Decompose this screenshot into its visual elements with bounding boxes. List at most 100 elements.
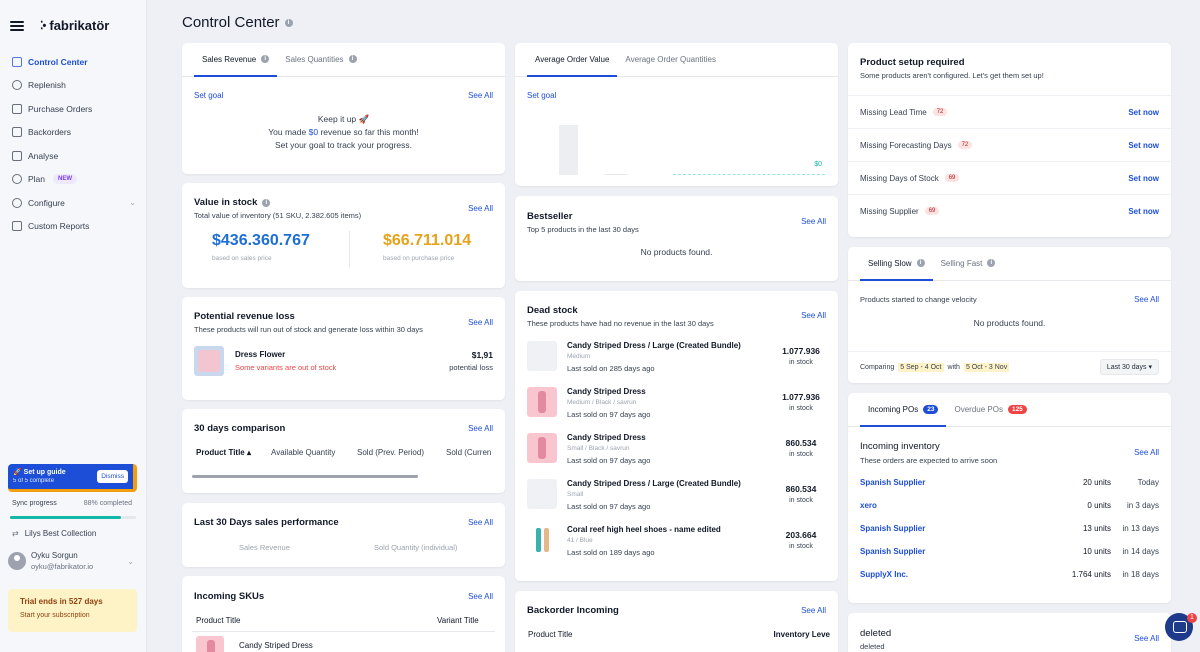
column-header-inventory-level[interactable]: Inventory Leve bbox=[774, 630, 830, 639]
product-thumbnail bbox=[194, 346, 224, 376]
column-header-variant-title[interactable]: Variant Title bbox=[437, 616, 479, 625]
table-row[interactable]: SupplyX Inc. 1.764 units in 18 days bbox=[860, 570, 1159, 579]
supplier-link[interactable]: SupplyX Inc. bbox=[860, 570, 908, 579]
see-all-link[interactable]: See All bbox=[468, 518, 493, 527]
tab-overdue-pos[interactable]: Overdue POs 125 bbox=[946, 393, 1034, 427]
backorder-incoming-card: Backorder Incoming See All Product Title… bbox=[515, 591, 838, 652]
sidebar-item-control-center[interactable]: Control Center bbox=[8, 50, 140, 74]
column-header-sold-prev[interactable]: Sold (Prev. Period) bbox=[357, 448, 424, 457]
product-variant: 41 / Blue bbox=[567, 537, 593, 544]
setup-label: Missing Forecasting Days bbox=[860, 140, 952, 150]
card-title: Dead stock bbox=[527, 305, 578, 316]
sidebar-item-label: Control Center bbox=[28, 56, 88, 67]
supplier-link[interactable]: Spanish Supplier bbox=[860, 478, 925, 487]
column-header-product-title[interactable]: Product Title bbox=[196, 616, 240, 625]
sidebar-item-backorders[interactable]: Backorders bbox=[8, 121, 140, 145]
set-goal-link[interactable]: Set goal bbox=[194, 91, 223, 100]
see-all-link[interactable]: See All bbox=[1134, 634, 1159, 643]
see-all-link[interactable]: See All bbox=[468, 204, 493, 213]
sidebar-item-custom-reports[interactable]: Custom Reports bbox=[8, 215, 140, 239]
subscription-link[interactable]: Start your subscription bbox=[20, 612, 125, 619]
table-row[interactable]: Spanish Supplier 13 units in 13 days bbox=[860, 524, 1159, 533]
see-all-link[interactable]: See All bbox=[801, 311, 826, 320]
user-menu[interactable]: Oyku Sorgun oyku@fabrikator.io ⌄ bbox=[8, 551, 138, 571]
legend-sales-revenue[interactable]: Sales Revenue bbox=[239, 543, 290, 552]
tab-average-order-value[interactable]: Average Order Value bbox=[527, 43, 618, 77]
sidebar-item-label: Plan bbox=[28, 174, 46, 185]
list-item[interactable]: Candy Striped Dress Medium / Black / sav… bbox=[515, 385, 838, 429]
tab-selling-fast[interactable]: Selling Fast i bbox=[933, 247, 1004, 281]
stock-qty-value: 860.534 bbox=[785, 484, 817, 494]
product-name[interactable]: Dress Flower bbox=[235, 350, 285, 359]
purchase-caption: based on purchase price bbox=[383, 255, 455, 262]
horizontal-scrollbar[interactable] bbox=[192, 475, 418, 478]
stock-quantity: 1.077.936 in stock bbox=[776, 346, 826, 366]
see-all-link[interactable]: See All bbox=[468, 592, 493, 601]
card-subtitle: deleted bbox=[860, 642, 885, 651]
supplier-link[interactable]: xero bbox=[860, 501, 877, 510]
empty-state: No products found. bbox=[640, 247, 713, 257]
divider bbox=[848, 351, 1171, 352]
sidebar-item-analyse[interactable]: Analyse bbox=[8, 144, 140, 168]
see-all-link[interactable]: See All bbox=[468, 91, 493, 100]
page-title: Control Center i bbox=[182, 14, 293, 31]
info-icon[interactable]: i bbox=[284, 18, 293, 27]
setup-row-forecasting-days: Missing Forecasting Days 72 Set now bbox=[848, 128, 1171, 161]
see-all-link[interactable]: See All bbox=[468, 424, 493, 433]
stock-qty-value: 860.534 bbox=[785, 438, 817, 448]
tab-selling-slow[interactable]: Selling Slow i bbox=[860, 247, 933, 281]
legend-sold-quantity[interactable]: Sold Quantity (individual) bbox=[374, 543, 457, 552]
tab-bar: Average Order Value Average Order Quanti… bbox=[515, 43, 838, 77]
list-item[interactable]: Candy Striped Dress / Large (Created Bun… bbox=[515, 477, 838, 521]
see-all-link[interactable]: See All bbox=[1134, 295, 1159, 304]
divider bbox=[192, 631, 495, 632]
comparison-card: 30 days comparison See All Product Title… bbox=[182, 409, 505, 493]
set-now-button[interactable]: Set now bbox=[1128, 141, 1159, 150]
period-dropdown[interactable]: Last 30 days ▾ bbox=[1099, 359, 1159, 375]
brand-logo[interactable]: ⁚• fabrikatör bbox=[40, 18, 109, 33]
store-switcher[interactable]: ⇄ Lilys Best Collection bbox=[12, 529, 96, 538]
tab-bar: Sales Revenue i Sales Quantities i bbox=[182, 43, 505, 77]
tab-sales-quantities[interactable]: Sales Quantities i bbox=[277, 43, 364, 77]
tab-average-order-quantities[interactable]: Average Order Quantities bbox=[617, 43, 724, 77]
column-header-product-title[interactable]: Product Title ▴ bbox=[196, 448, 251, 457]
sidebar-item-replenish[interactable]: Replenish bbox=[8, 74, 140, 98]
revenue-value: $0 bbox=[308, 127, 319, 137]
see-all-link[interactable]: See All bbox=[1134, 448, 1159, 457]
new-badge: NEW bbox=[53, 174, 78, 185]
list-item[interactable]: Candy Striped Dress Small / Black / savr… bbox=[515, 431, 838, 475]
column-header-available-quantity[interactable]: Available Quantity bbox=[271, 448, 335, 457]
column-header-sold-current[interactable]: Sold (Curren bbox=[446, 448, 491, 457]
list-item[interactable]: Candy Striped Dress / Large (Created Bun… bbox=[515, 339, 838, 383]
set-now-button[interactable]: Set now bbox=[1128, 207, 1159, 216]
see-all-link[interactable]: See All bbox=[801, 606, 826, 615]
column-header-product-title[interactable]: Product Title bbox=[528, 630, 572, 639]
see-all-link[interactable]: See All bbox=[468, 318, 493, 327]
avatar bbox=[8, 552, 26, 570]
trial-banner[interactable]: Trial ends in 527 days Start your subscr… bbox=[8, 589, 137, 632]
table-row[interactable]: Spanish Supplier 20 units Today bbox=[860, 478, 1159, 487]
supplier-link[interactable]: Spanish Supplier bbox=[860, 524, 925, 533]
empty-state: No products found. bbox=[973, 318, 1046, 328]
info-icon[interactable]: i bbox=[262, 198, 271, 207]
user-name: Oyku Sorgun bbox=[31, 551, 78, 560]
sidebar-item-purchase-orders[interactable]: Purchase Orders bbox=[8, 97, 140, 121]
arrival: in 3 days bbox=[1126, 501, 1159, 510]
list-item[interactable]: Coral reef high heel shoes - name edited… bbox=[515, 523, 838, 567]
hamburger-menu-icon[interactable] bbox=[10, 20, 24, 31]
supplier-link[interactable]: Spanish Supplier bbox=[860, 547, 925, 556]
see-all-link[interactable]: See All bbox=[801, 217, 826, 226]
set-now-button[interactable]: Set now bbox=[1128, 108, 1159, 117]
set-goal-link[interactable]: Set goal bbox=[527, 91, 556, 100]
table-cell-product-title[interactable]: Candy Striped Dress bbox=[239, 641, 313, 650]
table-row[interactable]: Spanish Supplier 10 units in 14 days bbox=[860, 547, 1159, 556]
setup-guide-banner[interactable]: 🚀 Set up guide 5 of 5 complete Dismiss bbox=[8, 464, 137, 492]
table-row[interactable]: xero 0 units in 3 days bbox=[860, 501, 1159, 510]
sidebar-item-plan[interactable]: Plan NEW bbox=[8, 168, 140, 192]
tab-incoming-pos[interactable]: Incoming POs 23 bbox=[860, 393, 947, 427]
dismiss-button[interactable]: Dismiss bbox=[97, 470, 128, 483]
set-now-button[interactable]: Set now bbox=[1128, 174, 1159, 183]
tab-bar: Selling Slow i Selling Fast i bbox=[848, 247, 1171, 281]
tab-sales-revenue[interactable]: Sales Revenue i bbox=[194, 43, 278, 77]
sidebar-item-configure[interactable]: Configure ⌄ bbox=[8, 191, 140, 215]
